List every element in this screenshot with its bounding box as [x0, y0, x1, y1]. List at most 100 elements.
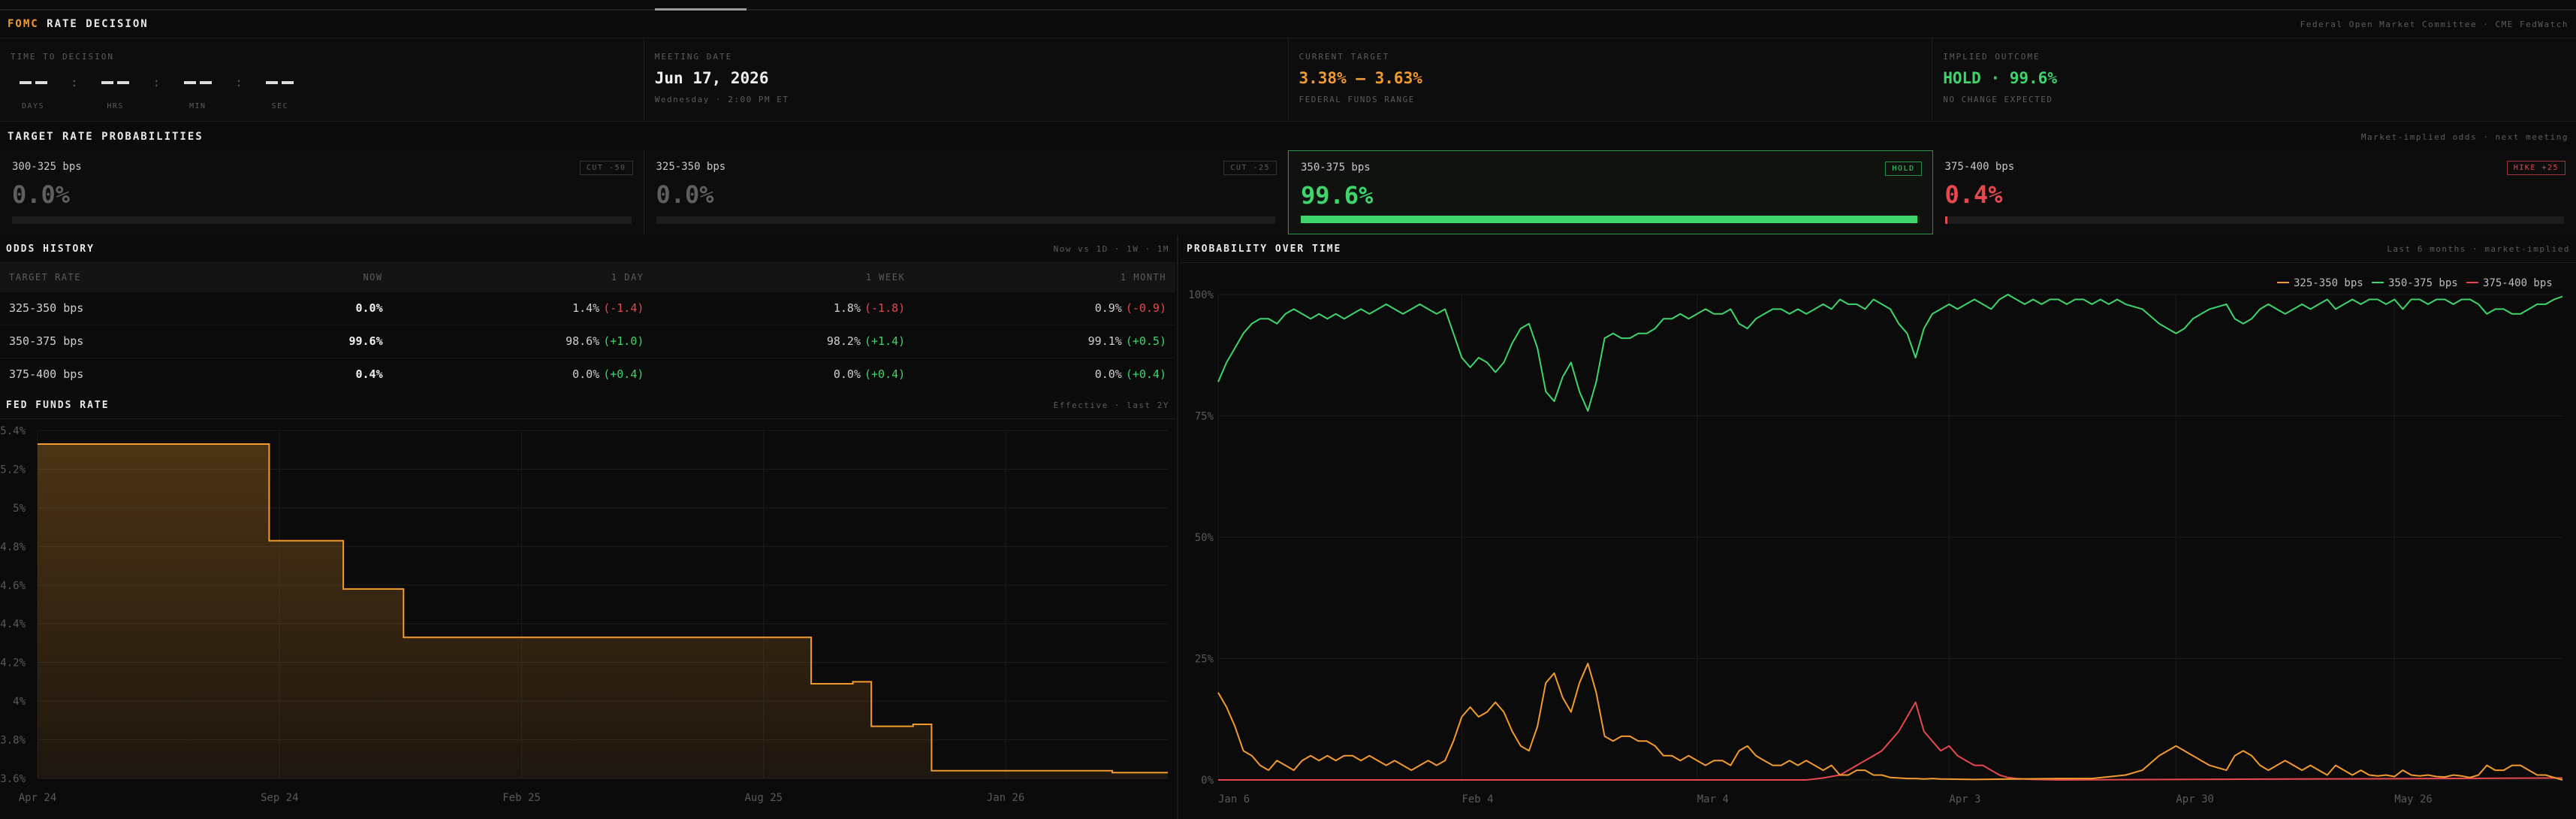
- card-range: 350-375 bps: [1301, 162, 1371, 174]
- fed-funds-title: FED FUNDS RATE: [6, 400, 110, 411]
- current-target-stat: CURRENT TARGET 3.38% – 3.63% FEDERAL FUN…: [1288, 38, 1933, 121]
- implied-outcome-value: HOLD · 99.6%: [1943, 69, 2057, 87]
- y-tick-label: 5.4%: [0, 425, 26, 437]
- app-title-rest: RATE DECISION: [38, 18, 149, 30]
- probability-bar-fill: [1301, 216, 1918, 223]
- change-value: (+0.4): [1125, 367, 1166, 382]
- y-tick-label: 4.2%: [0, 657, 26, 669]
- card-badge: HOLD: [1885, 162, 1922, 176]
- column-header[interactable]: NOW: [251, 263, 392, 292]
- table-row[interactable]: 325-350 bps 0.0% 1.4% (-1.4) 1.8% (-1.8) 0…: [0, 291, 1175, 325]
- column-header[interactable]: TARGET RATE: [0, 263, 252, 292]
- fed-funds-area: [38, 444, 1168, 778]
- meeting-date-sub: Wednesday · 2:00 PM ET: [654, 95, 789, 104]
- meeting-date-label: MEETING DATE: [654, 52, 733, 62]
- card-badge: CUT -50: [579, 161, 633, 175]
- fed-funds-chart[interactable]: 3.6% 3.8% 4% 4.2% 4.4% 4.6% 4.8% 5% 5.2% 5.4% Apr …: [0, 419, 1175, 819]
- countdown-stat: TIME TO DECISION DAYS : HRS : MIN : SEC: [0, 38, 644, 121]
- probability-bar-fill: [1944, 216, 1947, 224]
- probability-card-300-325[interactable]: 300-325 bps CUT -50 0.0%: [0, 150, 644, 234]
- probabilities-note: Market-implied odds · next meeting: [2360, 131, 2568, 142]
- countdown-unit: HRS: [107, 102, 124, 110]
- series-line: [1218, 701, 2563, 781]
- fed-funds-note: Effective · last 2Y: [1053, 400, 1169, 410]
- card-range: 300-325 bps: [12, 161, 82, 173]
- x-tick-label: Mar 4: [1697, 793, 1729, 805]
- change-value: (+0.5): [1125, 334, 1166, 348]
- countdown-label: TIME TO DECISION: [11, 52, 114, 62]
- countdown-hours: HRS: [93, 69, 138, 110]
- y-tick-label: 4%: [13, 696, 26, 708]
- probability-bar: [1944, 216, 2564, 224]
- card-range: 375-400 bps: [1944, 161, 2015, 173]
- change-value: (+1.0): [603, 334, 644, 348]
- countdown-unit: DAYS: [21, 102, 45, 110]
- implied-outcome-stat: IMPLIED OUTCOME HOLD · 99.6% NO CHANGE E…: [1932, 38, 2576, 121]
- implied-outcome-sub: NO CHANGE EXPECTED: [1943, 95, 2053, 104]
- current-target-label: CURRENT TARGET: [1299, 52, 1390, 62]
- table-row[interactable]: 375-400 bps 0.4% 0.0% (+0.4) 0.0% (+0.4) 0…: [0, 357, 1175, 391]
- probability-bar: [12, 216, 632, 224]
- app-header: FOMC RATE DECISION Federal Open Market C…: [0, 11, 2576, 38]
- probability-over-time-chart[interactable]: 0% 25% 50% 75% 100% Jan 6 Feb 4 Mar 4 Apr 3 Apr 3…: [1181, 263, 2576, 819]
- card-pct: 0.0%: [656, 180, 714, 209]
- probability-card-375-400[interactable]: 375-400 bps HIKE +25 0.4%: [1932, 150, 2576, 234]
- now-cell: 0.0%: [251, 291, 392, 325]
- meeting-date-value: Jun 17, 2026: [654, 69, 769, 87]
- y-tick-label: 3.8%: [0, 735, 26, 747]
- card-badge: HIKE +25: [2506, 161, 2565, 175]
- odds-history-title: ODDS HISTORY: [6, 243, 95, 255]
- day-cell: 1.4% (-1.4): [391, 291, 653, 325]
- x-tick-label: May 26: [2394, 793, 2433, 805]
- probability-card-350-375[interactable]: 350-375 bps HOLD 99.6%: [1288, 150, 1933, 234]
- legend-label: 375-400 bps: [2483, 277, 2553, 289]
- column-header[interactable]: 1 DAY: [391, 263, 653, 292]
- card-range: 325-350 bps: [656, 161, 726, 173]
- x-tick-label: Sep 24: [261, 792, 299, 804]
- odds-history-header: ODDS HISTORY Now vs 1D · 1W · 1M: [0, 236, 1175, 263]
- series-line: [1217, 663, 2563, 781]
- table-row[interactable]: 350-375 bps 99.6% 98.6% (+1.0) 98.2% (+1.4…: [0, 324, 1175, 358]
- y-tick-label: 4.4%: [0, 618, 26, 630]
- x-tick-label: Apr 30: [2176, 793, 2214, 805]
- probability-cards: 300-325 bps CUT -50 0.0% 325-350 bps CUT…: [0, 150, 2576, 234]
- change-value: (+0.4): [603, 367, 644, 382]
- x-tick-label: Apr 3: [1949, 793, 1980, 805]
- column-header[interactable]: 1 WEEK: [653, 263, 915, 292]
- probabilities-title: TARGET RATE PROBABILITIES: [8, 131, 204, 143]
- app-title: FOMC RATE DECISION: [8, 18, 149, 30]
- x-tick-label: Feb 25: [502, 792, 541, 804]
- probability-over-time-title: PROBABILITY OVER TIME: [1187, 243, 1342, 255]
- change-value: (+1.4): [864, 334, 906, 348]
- panel-divider: [1177, 236, 1178, 819]
- x-tick-label: Apr 24: [19, 792, 57, 804]
- column-header[interactable]: 1 MONTH: [914, 263, 1175, 292]
- y-tick-label: 25%: [1195, 654, 1214, 666]
- top-strip: [0, 0, 2576, 11]
- now-cell: 0.4%: [251, 357, 392, 391]
- y-tick-label: 4.6%: [0, 580, 26, 592]
- legend-label: 325-350 bps: [2294, 277, 2363, 289]
- y-tick-label: 100%: [1188, 289, 1214, 301]
- y-tick-label: 50%: [1195, 532, 1214, 544]
- now-cell: 99.6%: [251, 324, 392, 358]
- countdown-minutes: MIN: [175, 69, 220, 110]
- rate-cell: 325-350 bps: [0, 291, 252, 325]
- rate-cell: 350-375 bps: [0, 324, 252, 358]
- current-target-value: 3.38% – 3.63%: [1299, 69, 1422, 87]
- countdown-unit: SEC: [271, 102, 289, 110]
- current-target-sub: FEDERAL FUNDS RANGE: [1299, 95, 1415, 104]
- probabilities-header: TARGET RATE PROBABILITIES Market-implied…: [0, 123, 2576, 150]
- stats-row: TIME TO DECISION DAYS : HRS : MIN : SEC: [0, 38, 2576, 122]
- app-title-accent: FOMC: [8, 18, 39, 30]
- change-value: (+0.4): [864, 367, 906, 382]
- card-badge: CUT -25: [1223, 161, 1277, 175]
- change-value: (-1.8): [864, 301, 906, 315]
- countdown: DAYS : HRS : MIN : SEC: [11, 69, 633, 110]
- x-tick-label: Jan 26: [987, 792, 1025, 804]
- y-tick-label: 5%: [13, 503, 26, 515]
- implied-outcome-label: IMPLIED OUTCOME: [1943, 52, 2041, 62]
- change-value: (-1.4): [603, 301, 644, 315]
- y-tick-label: 0%: [1201, 775, 1214, 787]
- probability-card-325-350[interactable]: 325-350 bps CUT -25 0.0%: [644, 150, 1288, 234]
